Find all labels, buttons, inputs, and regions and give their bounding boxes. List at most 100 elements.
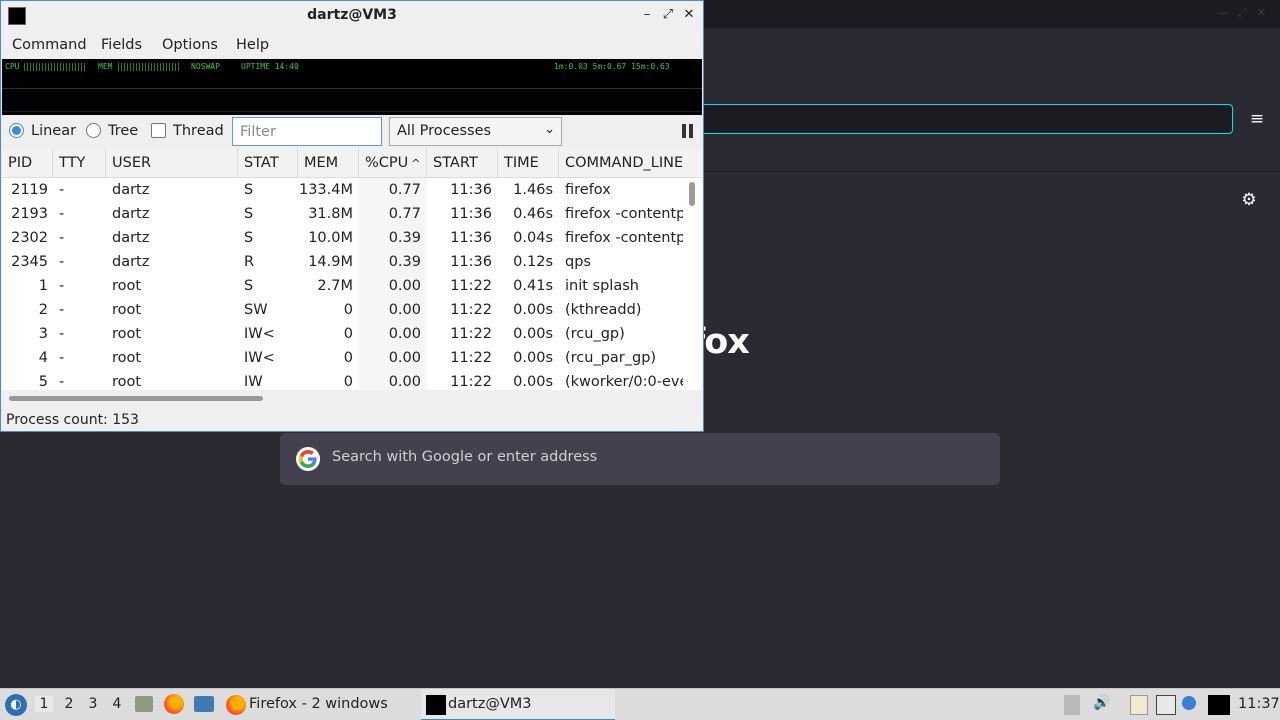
cell-user: dartz bbox=[112, 182, 150, 198]
cell-cpu: 0.77 bbox=[388, 206, 421, 222]
firefox-newtab-search[interactable]: Search with Google or enter address bbox=[280, 433, 1000, 485]
workspace-2[interactable]: 2 bbox=[60, 696, 78, 712]
vertical-scrollbar[interactable] bbox=[689, 182, 695, 206]
table-row[interactable]: 2119- dartz S 133.4M 0.77 11:36 1.46s firefox bbox=[2, 178, 684, 202]
graph-baseline bbox=[2, 111, 702, 112]
cell-start: 11:22 bbox=[450, 374, 492, 390]
column-tty[interactable]: TTY bbox=[53, 148, 106, 178]
table-row[interactable]: 1- root S 2.7M 0.00 11:22 0.41s init splash bbox=[2, 274, 684, 298]
close-icon[interactable]: ✕ bbox=[1257, 6, 1266, 20]
menu-command[interactable]: Command bbox=[12, 37, 87, 53]
cell-tty: - bbox=[59, 302, 65, 318]
column-time[interactable]: TIME bbox=[498, 148, 559, 178]
cell-stat: S bbox=[244, 278, 254, 294]
process-filter-value: All Processes bbox=[397, 123, 492, 139]
table-row[interactable]: 2302- dartz S 10.0M 0.39 11:36 0.04s firefox -c… bbox=[2, 226, 684, 250]
thread-label[interactable]: Thread bbox=[173, 123, 224, 139]
cell-command-line: firefox -contentpr bbox=[565, 230, 683, 246]
cell-time: 0.00s bbox=[513, 374, 553, 390]
table-row[interactable]: 5- root IW 0 0.00 11:22 0.00s (kworker/0:0-even bbox=[2, 370, 684, 390]
cell-command-line: qps bbox=[565, 254, 591, 270]
cell-stat: IW< bbox=[244, 326, 275, 342]
start-menu-icon[interactable]: ◐ bbox=[5, 694, 27, 716]
clipboard-icon[interactable] bbox=[1130, 695, 1148, 715]
maximize-icon[interactable]: ⤢ bbox=[660, 6, 676, 24]
cell-stat: S bbox=[244, 182, 254, 198]
maximize-icon[interactable]: ⤢ bbox=[1238, 6, 1247, 20]
column-cpu[interactable]: %CPU ^ bbox=[359, 148, 427, 178]
menubar: Command Fields Options Help bbox=[1, 31, 703, 59]
cell-pid: 2345 bbox=[11, 254, 48, 270]
task-firefox[interactable]: Firefox - 2 windows bbox=[222, 689, 420, 720]
cell-mem: 10.0M bbox=[308, 230, 353, 246]
cell-cpu: 0.00 bbox=[388, 374, 421, 390]
column-cpu-label: %CPU bbox=[365, 155, 409, 171]
cell-time: 0.00s bbox=[513, 302, 553, 318]
cpu-label: CPU bbox=[5, 62, 20, 71]
menu-fields[interactable]: Fields bbox=[101, 37, 142, 53]
cell-command-line: (kthreadd) bbox=[565, 302, 642, 318]
minimize-icon[interactable]: – bbox=[639, 6, 655, 24]
cell-tty: - bbox=[59, 206, 65, 222]
cell-user: root bbox=[112, 350, 142, 366]
column-mem[interactable]: MEM bbox=[298, 148, 359, 178]
linear-label[interactable]: Linear bbox=[31, 123, 76, 139]
cell-pid: 2119 bbox=[11, 182, 48, 198]
workspace-4[interactable]: 4 bbox=[108, 696, 126, 712]
column-stat[interactable]: STAT bbox=[238, 148, 298, 178]
cell-pid: 2302 bbox=[11, 230, 48, 246]
volume-icon[interactable]: 🔊 bbox=[1092, 695, 1112, 715]
firefox-icon bbox=[226, 695, 246, 715]
qps-titlebar[interactable]: dartz@VM3 – ⤢ ✕ bbox=[1, 1, 703, 30]
cell-stat: R bbox=[244, 254, 255, 270]
cell-pid: 1 bbox=[38, 278, 48, 294]
column-command-line[interactable]: COMMAND_LINE bbox=[559, 148, 702, 178]
update-icon[interactable] bbox=[1182, 696, 1196, 710]
terminal-icon[interactable] bbox=[194, 696, 214, 712]
minimize-icon[interactable]: — bbox=[1217, 6, 1228, 20]
workspace-1[interactable]: 1 bbox=[35, 696, 53, 712]
menu-options[interactable]: Options bbox=[162, 37, 218, 53]
tree-label[interactable]: Tree bbox=[108, 123, 138, 139]
firefox-icon[interactable] bbox=[164, 694, 184, 714]
cell-tty: - bbox=[59, 374, 65, 390]
clock[interactable]: 11:37 bbox=[1238, 696, 1280, 712]
cell-start: 11:22 bbox=[450, 278, 492, 294]
taskbar: ◐ 1 2 3 4 Firefox - 2 windows dartz@VM3 … bbox=[0, 688, 1280, 720]
keyboard-icon[interactable] bbox=[1064, 695, 1080, 715]
horizontal-scrollbar[interactable] bbox=[9, 396, 263, 401]
cell-pid: 2193 bbox=[11, 206, 48, 222]
cell-start: 11:36 bbox=[450, 254, 492, 270]
thread-checkbox[interactable] bbox=[151, 123, 166, 138]
process-filter-select[interactable]: All Processes ⌄ bbox=[389, 117, 562, 146]
tree-radio[interactable] bbox=[86, 123, 101, 138]
file-manager-icon[interactable] bbox=[135, 696, 153, 712]
gear-icon[interactable]: ⚙ bbox=[1238, 189, 1260, 211]
cell-cpu: 0.00 bbox=[388, 278, 421, 294]
cell-cpu: 0.77 bbox=[388, 182, 421, 198]
table-row[interactable]: 4- root IW< 0 0.00 11:22 0.00s (rcu_par_gp) bbox=[2, 346, 684, 370]
task-qps[interactable]: dartz@VM3 bbox=[421, 689, 615, 720]
close-icon[interactable]: ✕ bbox=[681, 6, 697, 24]
table-row[interactable]: 2193- dartz S 31.8M 0.77 11:36 0.46s firefox -c… bbox=[2, 202, 684, 226]
linear-radio[interactable] bbox=[9, 123, 24, 138]
pause-icon[interactable] bbox=[681, 124, 695, 138]
table-row[interactable]: 2- root SW 0 0.00 11:22 0.00s (kthreadd) bbox=[2, 298, 684, 322]
firefox-url-bar[interactable] bbox=[680, 104, 1233, 134]
column-user[interactable]: USER bbox=[106, 148, 238, 178]
status-bar: Process count: 153 bbox=[6, 412, 139, 428]
table-row[interactable]: 3- root IW< 0 0.00 11:22 0.00s (rcu_gp) bbox=[2, 322, 684, 346]
mem-label: MEM bbox=[98, 62, 113, 71]
hamburger-menu-icon[interactable]: ≡ bbox=[1246, 108, 1268, 130]
column-pid[interactable]: PID bbox=[2, 148, 53, 178]
filter-input[interactable] bbox=[232, 117, 382, 146]
task-firefox-label: Firefox - 2 windows bbox=[249, 696, 388, 712]
column-start[interactable]: START bbox=[427, 148, 498, 178]
network-icon[interactable] bbox=[1156, 695, 1176, 715]
cell-pid: 2 bbox=[38, 302, 48, 318]
table-row[interactable]: 2345- dartz R 14.9M 0.39 11:36 0.12s qps bbox=[2, 250, 684, 274]
terminal-tray-icon[interactable] bbox=[1208, 695, 1230, 715]
workspace-3[interactable]: 3 bbox=[84, 696, 102, 712]
menu-help[interactable]: Help bbox=[236, 37, 269, 53]
cell-stat: SW bbox=[244, 302, 268, 318]
